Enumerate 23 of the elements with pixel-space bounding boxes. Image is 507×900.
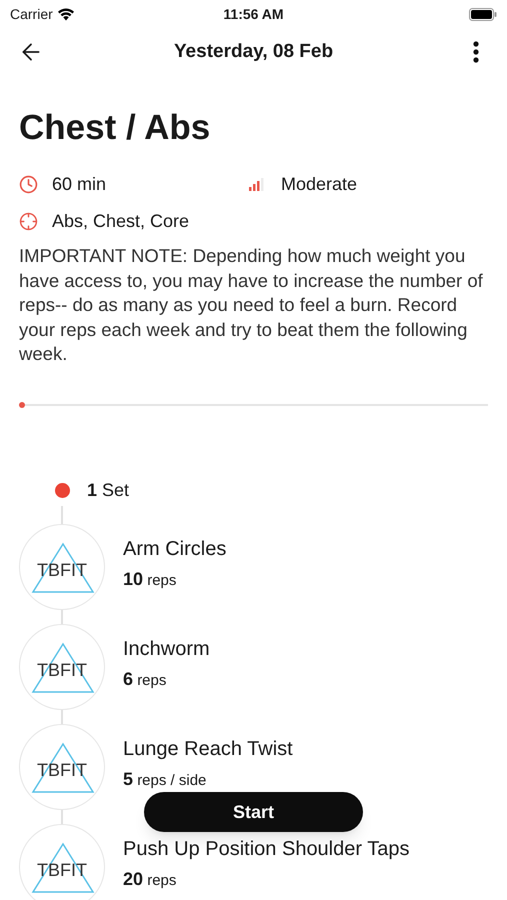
exercise-name: Push Up Position Shoulder Taps bbox=[123, 837, 410, 862]
exercise-reps: 10 reps bbox=[123, 568, 178, 591]
difficulty-text: Moderate bbox=[281, 172, 358, 196]
duration-text: 60 min bbox=[52, 172, 106, 196]
carrier-label: Carrier bbox=[10, 4, 53, 24]
exercise-name: Inchworm bbox=[123, 637, 210, 662]
exercise-reps: 20 reps bbox=[123, 868, 178, 891]
exercise-name: Arm Circles bbox=[123, 537, 226, 562]
wifi-icon bbox=[56, 8, 75, 20]
muscles-text: Abs, Chest, Core bbox=[52, 210, 190, 232]
status-time: 11:56 AM bbox=[223, 4, 284, 24]
exercise-name: Lunge Reach Twist bbox=[123, 737, 293, 762]
more-vertical-icon bbox=[473, 41, 479, 63]
workout-title: Chest / Abs bbox=[19, 108, 212, 148]
exercise-reps: 5 reps / side bbox=[123, 768, 208, 791]
start-button[interactable]: Start bbox=[144, 792, 363, 832]
set-label: 1 Set bbox=[87, 479, 130, 502]
clock-icon bbox=[19, 174, 38, 194]
exercise-reps: 6 reps bbox=[123, 668, 168, 691]
header-title: Yesterday, 08 Feb bbox=[174, 40, 334, 64]
workout-note: IMPORTANT NOTE: Depending how much weight you have access to, you may have to increase the number of reps-- do as many as you need to feel a burn. Record your reps each week and try to beat them the following week. bbox=[19, 244, 484, 366]
battery-icon bbox=[469, 8, 497, 20]
target-icon bbox=[19, 212, 38, 230]
